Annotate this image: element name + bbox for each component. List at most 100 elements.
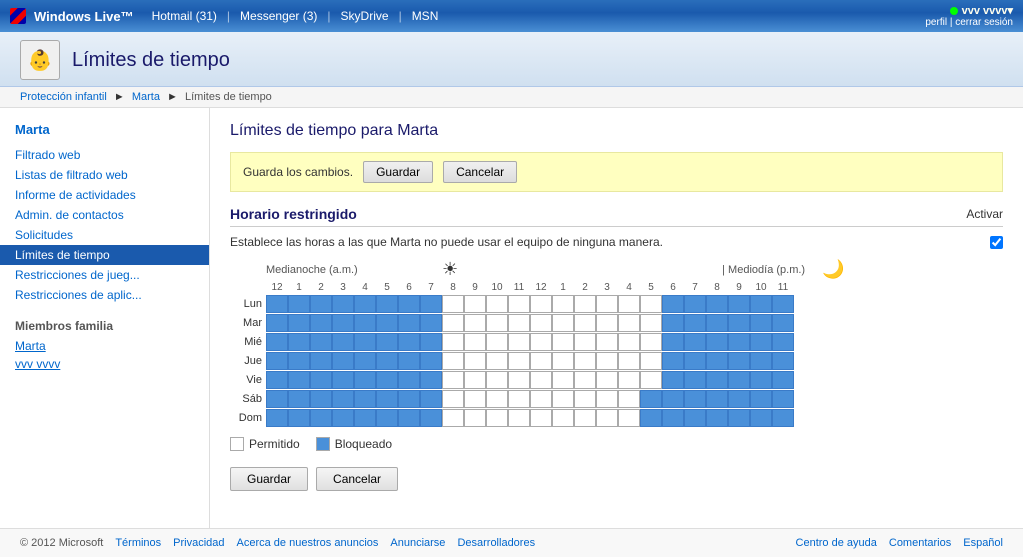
grid-cell-Vie-10[interactable] xyxy=(486,371,508,389)
grid-cell-Vie-8[interactable] xyxy=(442,371,464,389)
grid-cell-Sáb-0[interactable] xyxy=(266,390,288,408)
grid-cell-Mar-5[interactable] xyxy=(376,314,398,332)
grid-cell-Vie-0[interactable] xyxy=(266,371,288,389)
grid-cell-Sáb-21[interactable] xyxy=(728,390,750,408)
grid-cell-Mié-22[interactable] xyxy=(750,333,772,351)
grid-cell-Sáb-1[interactable] xyxy=(288,390,310,408)
grid-cell-Mié-10[interactable] xyxy=(486,333,508,351)
grid-cell-Vie-23[interactable] xyxy=(772,371,794,389)
grid-cell-Lun-5[interactable] xyxy=(376,295,398,313)
nav-hotmail[interactable]: Hotmail (31) xyxy=(144,5,225,27)
grid-cell-Sáb-13[interactable] xyxy=(552,390,574,408)
grid-cell-Sáb-2[interactable] xyxy=(310,390,332,408)
grid-cell-Jue-8[interactable] xyxy=(442,352,464,370)
sidebar-item-restricciones-aplic[interactable]: Restricciones de aplic... xyxy=(0,285,209,305)
grid-cell-Vie-4[interactable] xyxy=(354,371,376,389)
grid-cell-Lun-3[interactable] xyxy=(332,295,354,313)
grid-cell-Mié-5[interactable] xyxy=(376,333,398,351)
grid-cell-Dom-14[interactable] xyxy=(574,409,596,427)
grid-cell-Mié-21[interactable] xyxy=(728,333,750,351)
grid-cell-Jue-23[interactable] xyxy=(772,352,794,370)
grid-cell-Lun-7[interactable] xyxy=(420,295,442,313)
grid-cell-Mié-0[interactable] xyxy=(266,333,288,351)
save-button-top[interactable]: Guardar xyxy=(363,161,433,183)
grid-cell-Mar-14[interactable] xyxy=(574,314,596,332)
grid-cell-Sáb-19[interactable] xyxy=(684,390,706,408)
sidebar-member-vvv[interactable]: vvv vvvv xyxy=(0,355,209,373)
grid-cell-Mié-6[interactable] xyxy=(398,333,420,351)
grid-cell-Mar-7[interactable] xyxy=(420,314,442,332)
grid-cell-Vie-9[interactable] xyxy=(464,371,486,389)
grid-cell-Vie-15[interactable] xyxy=(596,371,618,389)
grid-cell-Jue-19[interactable] xyxy=(684,352,706,370)
grid-cell-Sáb-17[interactable] xyxy=(640,390,662,408)
grid-cell-Jue-0[interactable] xyxy=(266,352,288,370)
grid-cell-Dom-8[interactable] xyxy=(442,409,464,427)
sidebar-item-restricciones-jueg[interactable]: Restricciones de jueg... xyxy=(0,265,209,285)
grid-cell-Jue-22[interactable] xyxy=(750,352,772,370)
grid-cell-Mié-23[interactable] xyxy=(772,333,794,351)
grid-cell-Dom-9[interactable] xyxy=(464,409,486,427)
grid-cell-Jue-6[interactable] xyxy=(398,352,420,370)
footer-espanol[interactable]: Español xyxy=(963,537,1003,549)
grid-cell-Vie-13[interactable] xyxy=(552,371,574,389)
grid-cell-Jue-11[interactable] xyxy=(508,352,530,370)
grid-cell-Vie-18[interactable] xyxy=(662,371,684,389)
grid-cell-Mar-10[interactable] xyxy=(486,314,508,332)
grid-cell-Lun-6[interactable] xyxy=(398,295,420,313)
grid-cell-Sáb-15[interactable] xyxy=(596,390,618,408)
grid-cell-Dom-4[interactable] xyxy=(354,409,376,427)
grid-cell-Jue-4[interactable] xyxy=(354,352,376,370)
grid-cell-Sáb-16[interactable] xyxy=(618,390,640,408)
grid-cell-Dom-15[interactable] xyxy=(596,409,618,427)
grid-cell-Mar-9[interactable] xyxy=(464,314,486,332)
grid-cell-Lun-22[interactable] xyxy=(750,295,772,313)
grid-cell-Jue-20[interactable] xyxy=(706,352,728,370)
grid-cell-Vie-6[interactable] xyxy=(398,371,420,389)
grid-cell-Mar-17[interactable] xyxy=(640,314,662,332)
grid-cell-Jue-5[interactable] xyxy=(376,352,398,370)
grid-cell-Dom-23[interactable] xyxy=(772,409,794,427)
grid-cell-Sáb-23[interactable] xyxy=(772,390,794,408)
grid-cell-Sáb-7[interactable] xyxy=(420,390,442,408)
sidebar-item-solicitudes[interactable]: Solicitudes xyxy=(0,225,209,245)
grid-cell-Mar-20[interactable] xyxy=(706,314,728,332)
grid-cell-Sáb-10[interactable] xyxy=(486,390,508,408)
grid-cell-Mar-3[interactable] xyxy=(332,314,354,332)
grid-cell-Vie-21[interactable] xyxy=(728,371,750,389)
grid-cell-Dom-21[interactable] xyxy=(728,409,750,427)
grid-cell-Dom-2[interactable] xyxy=(310,409,332,427)
grid-cell-Sáb-9[interactable] xyxy=(464,390,486,408)
grid-cell-Dom-5[interactable] xyxy=(376,409,398,427)
grid-cell-Mar-1[interactable] xyxy=(288,314,310,332)
sidebar-item-admin-contactos[interactable]: Admin. de contactos xyxy=(0,205,209,225)
grid-cell-Mar-0[interactable] xyxy=(266,314,288,332)
grid-cell-Jue-10[interactable] xyxy=(486,352,508,370)
grid-cell-Mié-14[interactable] xyxy=(574,333,596,351)
grid-cell-Mié-13[interactable] xyxy=(552,333,574,351)
grid-cell-Dom-17[interactable] xyxy=(640,409,662,427)
grid-cell-Mar-18[interactable] xyxy=(662,314,684,332)
grid-cell-Vie-7[interactable] xyxy=(420,371,442,389)
cancel-button-bottom[interactable]: Cancelar xyxy=(316,467,398,491)
grid-cell-Mar-2[interactable] xyxy=(310,314,332,332)
grid-cell-Lun-23[interactable] xyxy=(772,295,794,313)
grid-cell-Lun-1[interactable] xyxy=(288,295,310,313)
grid-cell-Jue-9[interactable] xyxy=(464,352,486,370)
nav-messenger[interactable]: Messenger (3) xyxy=(232,5,325,27)
grid-cell-Lun-10[interactable] xyxy=(486,295,508,313)
grid-cell-Sáb-3[interactable] xyxy=(332,390,354,408)
nav-msn[interactable]: MSN xyxy=(404,5,447,27)
grid-cell-Lun-20[interactable] xyxy=(706,295,728,313)
footer-anuncios[interactable]: Acerca de nuestros anuncios xyxy=(237,537,379,549)
footer-centro-ayuda[interactable]: Centro de ayuda xyxy=(796,537,877,549)
grid-cell-Jue-17[interactable] xyxy=(640,352,662,370)
grid-cell-Mar-8[interactable] xyxy=(442,314,464,332)
grid-cell-Vie-17[interactable] xyxy=(640,371,662,389)
grid-cell-Jue-12[interactable] xyxy=(530,352,552,370)
grid-cell-Jue-15[interactable] xyxy=(596,352,618,370)
grid-cell-Dom-7[interactable] xyxy=(420,409,442,427)
grid-cell-Mié-4[interactable] xyxy=(354,333,376,351)
grid-cell-Vie-16[interactable] xyxy=(618,371,640,389)
grid-cell-Sáb-6[interactable] xyxy=(398,390,420,408)
